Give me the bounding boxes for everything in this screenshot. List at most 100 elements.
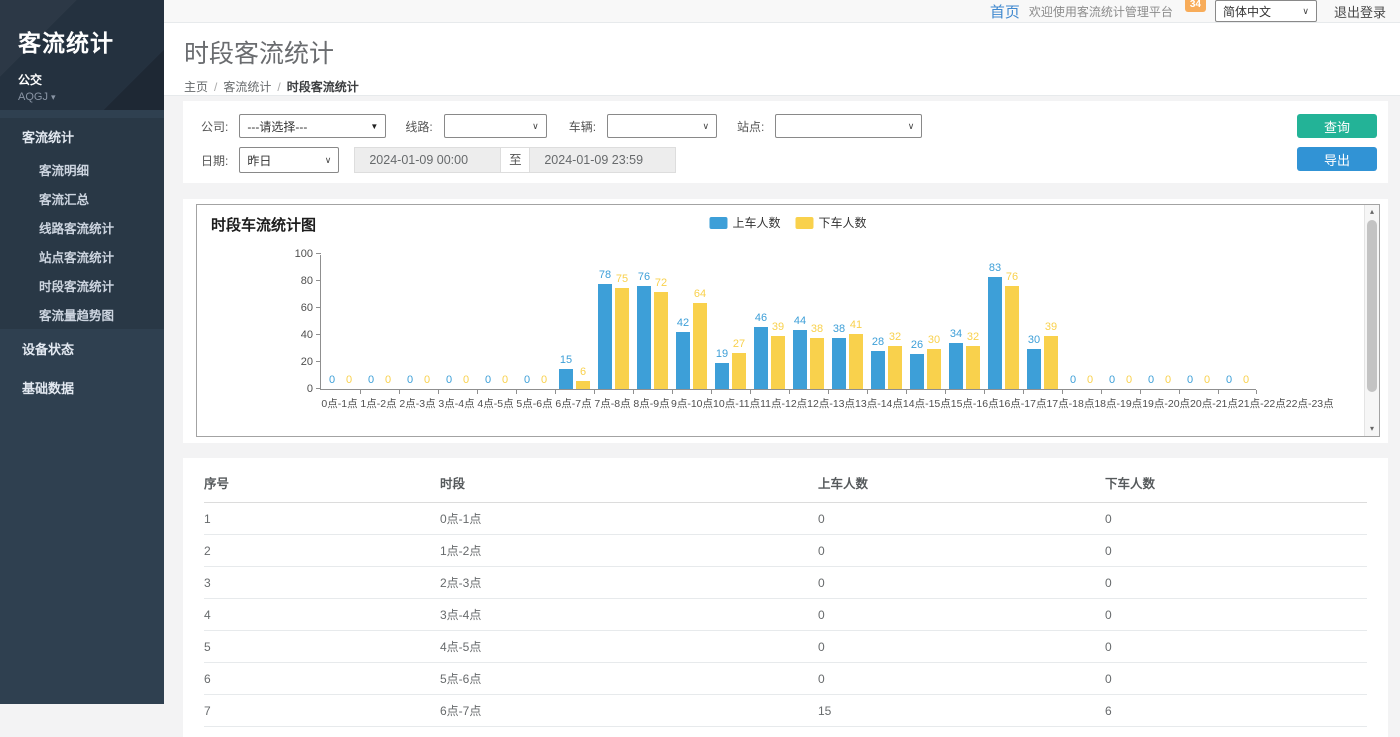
bar-boarding[interactable] <box>637 286 651 389</box>
sidebar-item-2[interactable]: 基础数据 <box>0 368 164 407</box>
bar-boarding[interactable] <box>754 327 768 389</box>
legend-item[interactable]: 下车人数 <box>796 214 867 231</box>
x-axis-tick <box>477 390 478 394</box>
chevron-down-icon: ∨ <box>532 121 539 132</box>
bar-alighting[interactable] <box>576 381 590 389</box>
bar-alighting[interactable] <box>771 336 785 389</box>
page-heading: 时段客流统计 主页/客流统计/时段客流统计 <box>164 23 1400 96</box>
chart-container: 时段车流统计图 上车人数下车人数 02040608010000000000000… <box>196 204 1380 437</box>
chart-legend: 上车人数 下车人数 <box>709 214 866 231</box>
org-code-label: AQGJ <box>18 91 48 103</box>
sidebar-subitem-0-1[interactable]: 客流汇总 <box>0 184 164 213</box>
bar-boarding[interactable] <box>871 351 885 389</box>
bar-alighting[interactable] <box>1044 336 1058 389</box>
date-to-input[interactable]: 2024-01-09 23:59 <box>529 147 676 173</box>
sidebar-subitem-0-2[interactable]: 线路客流统计 <box>0 213 164 242</box>
x-axis-category-label: 22点-23点 <box>1286 396 1334 411</box>
chart-x-axis-labels: 0点-1点1点-2点2点-3点3点-4点4点-5点5点-6点6点-7点7点-8点… <box>320 396 1256 411</box>
date-preset-value: 昨日 <box>247 152 271 169</box>
sidebar-subitem-0-4[interactable]: 时段客流统计 <box>0 271 164 300</box>
main-area: 首页 欢迎使用客流统计管理平台 34 简体中文 ∨ 退出登录 时段客流统计 主页… <box>164 0 1400 704</box>
x-axis-tick <box>555 390 556 394</box>
x-axis-category-label: 6点-7点 <box>554 396 593 411</box>
bar-alighting[interactable] <box>849 334 863 389</box>
bar-group: 1927 <box>711 254 750 389</box>
sidebar-section-0: 客流统计客流明细客流汇总线路客流统计站点客流统计时段客流统计客流量趋势图 <box>0 118 164 329</box>
bar-alighting[interactable] <box>654 292 668 389</box>
bar-boarding[interactable] <box>715 363 729 389</box>
legend-label: 下车人数 <box>819 214 867 231</box>
logout-link[interactable]: 退出登录 <box>1334 2 1386 21</box>
caret-down-icon: ▾ <box>51 92 56 102</box>
x-axis-tick <box>1023 390 1024 394</box>
company-select[interactable]: ---请选择--- ▼ <box>239 114 386 138</box>
notification-badge[interactable]: 34 <box>1185 0 1206 12</box>
sidebar-subitem-0-5[interactable]: 客流量趋势图 <box>0 300 164 329</box>
x-axis-category-text: 15点-16点 <box>951 396 999 411</box>
bar-boarding[interactable] <box>598 284 612 389</box>
x-axis-category-text: 20点-21点 <box>1190 396 1238 411</box>
x-axis-category-label: 21点-22点 <box>1238 396 1286 411</box>
date-label: 日期: <box>201 152 228 169</box>
query-button[interactable]: 查询 <box>1297 114 1377 138</box>
sidebar-item-1[interactable]: 设备状态 <box>0 329 164 368</box>
home-link[interactable]: 首页 <box>990 1 1020 22</box>
x-axis-tick <box>711 390 712 394</box>
x-axis-tick <box>672 390 673 394</box>
chart-scrollbar[interactable]: ▴ ▾ <box>1364 205 1379 436</box>
bar-alighting[interactable] <box>810 338 824 389</box>
legend-item[interactable]: 上车人数 <box>709 214 780 231</box>
x-axis-category-text: 11点-12点 <box>760 396 807 411</box>
bar-alighting[interactable] <box>888 346 902 389</box>
bar-boarding[interactable] <box>676 332 690 389</box>
bar-boarding[interactable] <box>988 277 1002 389</box>
bar-group: 00 <box>516 254 555 389</box>
date-preset-select[interactable]: 昨日 ∨ <box>239 147 339 173</box>
bar-alighting[interactable] <box>693 303 707 389</box>
bar-group: 7875 <box>594 254 633 389</box>
breadcrumb: 主页/客流统计/时段客流统计 <box>184 78 1380 95</box>
table-cell: 5 <box>204 631 440 663</box>
table-cell: 7 <box>204 695 440 727</box>
x-axis-category-label: 0点-1点 <box>320 396 359 411</box>
table-row: 54点-5点00 <box>204 631 1367 663</box>
breadcrumb-link[interactable]: 客流统计 <box>223 80 271 94</box>
bar-boarding[interactable] <box>910 354 924 389</box>
table-cell: 2点-3点 <box>440 567 818 599</box>
x-axis-category-text: 19点-20点 <box>1142 396 1190 411</box>
bar-boarding[interactable] <box>832 338 846 389</box>
bar-boarding[interactable] <box>1027 349 1041 390</box>
chart-header: 时段车流统计图 上车人数下车人数 <box>197 205 1379 233</box>
sidebar-item-0[interactable]: 客流统计 <box>0 118 164 155</box>
station-select[interactable]: ∨ <box>775 114 922 138</box>
breadcrumb-link[interactable]: 主页 <box>184 80 208 94</box>
line-label: 线路: <box>405 118 432 135</box>
bar-boarding[interactable] <box>949 343 963 389</box>
language-select[interactable]: 简体中文 ∨ <box>1215 0 1317 22</box>
app-title: 客流统计 <box>18 24 164 58</box>
breadcrumb-current: 时段客流统计 <box>287 80 359 94</box>
x-axis-category-text: 18点-19点 <box>1094 396 1142 411</box>
x-axis-category-text: 13点-14点 <box>855 396 903 411</box>
export-button[interactable]: 导出 <box>1297 147 1377 171</box>
bar-alighting[interactable] <box>966 346 980 389</box>
sidebar-subitem-0-0[interactable]: 客流明细 <box>0 155 164 184</box>
line-select[interactable]: ∨ <box>444 114 547 138</box>
scrollbar-up-arrow[interactable]: ▴ <box>1365 205 1379 219</box>
bar-alighting[interactable] <box>615 288 629 389</box>
bar-alighting[interactable] <box>732 353 746 389</box>
scrollbar-thumb[interactable] <box>1367 220 1377 392</box>
sidebar-subitem-0-3[interactable]: 站点客流统计 <box>0 242 164 271</box>
y-axis-tick-label: 80 <box>279 275 313 287</box>
app-root: 客流统计 公交 AQGJ▾ 客流统计客流明细客流汇总线路客流统计站点客流统计时段… <box>0 0 1400 704</box>
scrollbar-down-arrow[interactable]: ▾ <box>1365 422 1379 436</box>
vehicle-select[interactable]: ∨ <box>607 114 717 138</box>
x-axis-tick <box>1256 390 1257 394</box>
date-from-input[interactable]: 2024-01-09 00:00 <box>354 147 501 173</box>
bar-boarding[interactable] <box>793 330 807 389</box>
x-axis-tick <box>789 390 790 394</box>
chevron-down-icon: ∨ <box>325 155 332 166</box>
bar-alighting[interactable] <box>927 349 941 390</box>
bar-alighting[interactable] <box>1005 286 1019 389</box>
org-code-dropdown[interactable]: AQGJ▾ <box>18 91 164 103</box>
